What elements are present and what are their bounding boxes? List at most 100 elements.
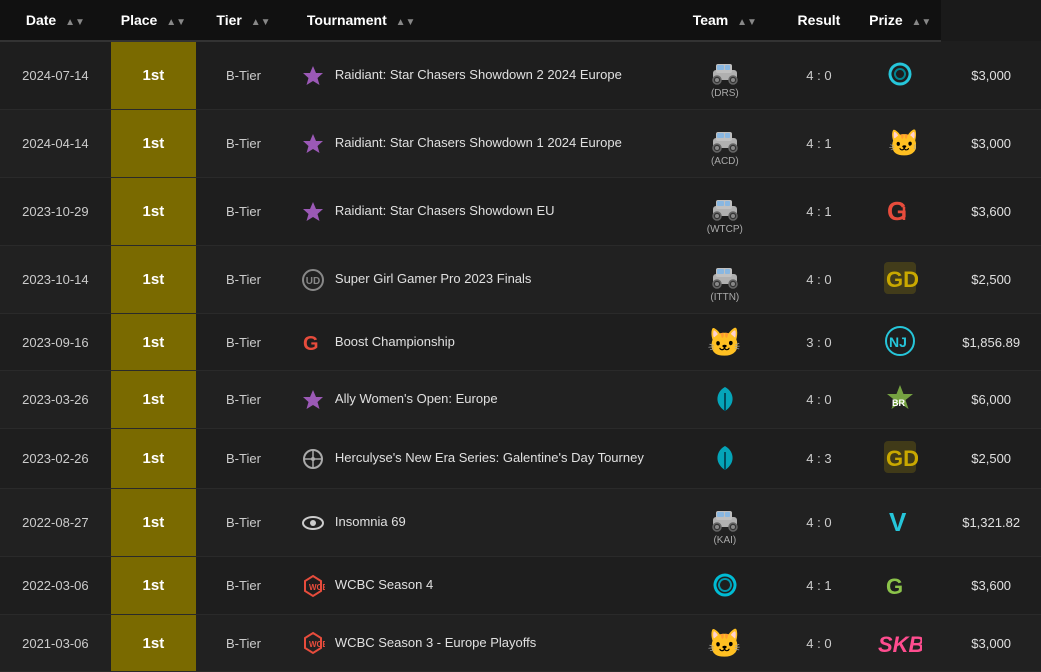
- tournament-name: Insomnia 69: [335, 513, 406, 531]
- place-cell: 1st: [111, 110, 196, 178]
- opponent-cell: [859, 41, 941, 110]
- result-cell: 3 : 0: [779, 314, 859, 371]
- place-cell: 1st: [111, 489, 196, 557]
- opponent-cell: SKB: [859, 615, 941, 672]
- opponent-cell: GD: [859, 429, 941, 489]
- tier-cell: B-Tier: [196, 371, 291, 429]
- opponent-cell: 🐱: [859, 110, 941, 178]
- team-cell: (WTCP): [671, 178, 779, 246]
- tournament-cell[interactable]: WCB WCBC Season 4: [291, 557, 671, 615]
- place-cell: 1st: [111, 41, 196, 110]
- date-cell: 2023-09-16: [0, 314, 111, 371]
- sort-arrows-date: ▲▼: [65, 17, 85, 28]
- tournament-name: Super Girl Gamer Pro 2023 Finals: [335, 270, 532, 288]
- tournament-icon: WCB: [299, 572, 327, 600]
- result-cell: 4 : 0: [779, 615, 859, 672]
- tier-cell: B-Tier: [196, 314, 291, 371]
- result-cell: 4 : 1: [779, 110, 859, 178]
- tier-cell: B-Tier: [196, 615, 291, 672]
- table-row: 2022-08-27 1st B-Tier Insomnia 69 (KAI) …: [0, 489, 1041, 557]
- place-cell: 1st: [111, 314, 196, 371]
- result-cell: 4 : 1: [779, 557, 859, 615]
- tournament-icon: [299, 445, 327, 473]
- sort-arrows-tier: ▲▼: [251, 17, 271, 28]
- tournament-name: Herculyse's New Era Series: Galentine's …: [335, 449, 644, 467]
- header-date[interactable]: Date ▲▼: [0, 0, 111, 41]
- sort-arrows-prize: ▲▼: [912, 17, 932, 28]
- result-cell: 4 : 0: [779, 41, 859, 110]
- tournament-name: Raidiant: Star Chasers Showdown 2 2024 E…: [335, 66, 622, 84]
- tournament-icon: [299, 130, 327, 158]
- tournament-cell[interactable]: WCB WCBC Season 3 - Europe Playoffs: [291, 615, 671, 672]
- prize-cell: $2,500: [941, 429, 1041, 489]
- tournament-icon: WCB: [299, 629, 327, 657]
- place-cell: 1st: [111, 557, 196, 615]
- tier-cell: B-Tier: [196, 246, 291, 314]
- svg-text:🐱: 🐱: [888, 128, 916, 158]
- team-cell: [671, 429, 779, 489]
- team-cell: 🐱: [671, 615, 779, 672]
- team-cell: 🐱: [671, 314, 779, 371]
- prize-cell: $1,321.82: [941, 489, 1041, 557]
- header-tier[interactable]: Tier ▲▼: [196, 0, 291, 41]
- header-prize[interactable]: Prize ▲▼: [859, 0, 941, 41]
- result-cell: 4 : 0: [779, 489, 859, 557]
- svg-text:V: V: [889, 507, 907, 537]
- svg-text:GD: GD: [886, 267, 918, 292]
- table-row: 2023-10-14 1st B-Tier UD Super Girl Game…: [0, 246, 1041, 314]
- team-cell: (DRS): [671, 41, 779, 110]
- place-cell: 1st: [111, 429, 196, 489]
- team-cell: (KAI): [671, 489, 779, 557]
- header-result[interactable]: Result: [779, 0, 859, 41]
- team-cell: (ACD): [671, 110, 779, 178]
- svg-text:SKB: SKB: [878, 632, 922, 657]
- tournament-icon: [299, 198, 327, 226]
- place-cell: 1st: [111, 178, 196, 246]
- tier-cell: B-Tier: [196, 178, 291, 246]
- date-cell: 2022-03-06: [0, 557, 111, 615]
- opponent-cell: V: [859, 489, 941, 557]
- tournament-cell[interactable]: UD Super Girl Gamer Pro 2023 Finals: [291, 246, 671, 314]
- tournament-name: Raidiant: Star Chasers Showdown 1 2024 E…: [335, 134, 622, 152]
- prize-cell: $3,600: [941, 178, 1041, 246]
- tournament-cell[interactable]: Raidiant: Star Chasers Showdown 2 2024 E…: [291, 41, 671, 110]
- date-cell: 2023-02-26: [0, 429, 111, 489]
- date-cell: 2024-04-14: [0, 110, 111, 178]
- svg-text:!: !: [901, 204, 907, 224]
- sort-arrows-team: ▲▼: [737, 17, 757, 28]
- tournament-icon: [299, 386, 327, 414]
- tournament-cell[interactable]: Raidiant: Star Chasers Showdown 1 2024 E…: [291, 110, 671, 178]
- tier-cell: B-Tier: [196, 557, 291, 615]
- opponent-cell: GD: [859, 246, 941, 314]
- svg-text:GD: GD: [886, 446, 918, 471]
- header-team[interactable]: Team ▲▼: [671, 0, 779, 41]
- opponent-cell: NJ: [859, 314, 941, 371]
- tournament-cell[interactable]: Herculyse's New Era Series: Galentine's …: [291, 429, 671, 489]
- result-cell: 4 : 0: [779, 371, 859, 429]
- tournament-icon: G: [299, 328, 327, 356]
- svg-text:G: G: [886, 574, 903, 599]
- team-cell: [671, 557, 779, 615]
- prize-cell: $3,000: [941, 615, 1041, 672]
- team-cell: [671, 371, 779, 429]
- header-place[interactable]: Place ▲▼: [111, 0, 196, 41]
- svg-text:BR: BR: [892, 398, 905, 408]
- result-cell: 4 : 3: [779, 429, 859, 489]
- date-cell: 2023-10-14: [0, 246, 111, 314]
- tier-cell: B-Tier: [196, 41, 291, 110]
- svg-text:G: G: [303, 333, 319, 354]
- tournament-cell[interactable]: G Boost Championship: [291, 314, 671, 371]
- tournament-cell[interactable]: Ally Women's Open: Europe: [291, 371, 671, 429]
- tournament-cell[interactable]: Insomnia 69: [291, 489, 671, 557]
- date-cell: 2023-03-26: [0, 371, 111, 429]
- prize-cell: $2,500: [941, 246, 1041, 314]
- tournament-icon: [299, 62, 327, 90]
- table-row: 2024-07-14 1st B-Tier Raidiant: Star Cha…: [0, 41, 1041, 110]
- svg-text:UD: UD: [306, 276, 320, 287]
- header-tournament[interactable]: Tournament ▲▼: [291, 0, 671, 41]
- opponent-cell: G!: [859, 178, 941, 246]
- date-cell: 2021-03-06: [0, 615, 111, 672]
- table-row: 2024-04-14 1st B-Tier Raidiant: Star Cha…: [0, 110, 1041, 178]
- tournament-cell[interactable]: Raidiant: Star Chasers Showdown EU: [291, 178, 671, 246]
- tournament-name: Ally Women's Open: Europe: [335, 390, 498, 408]
